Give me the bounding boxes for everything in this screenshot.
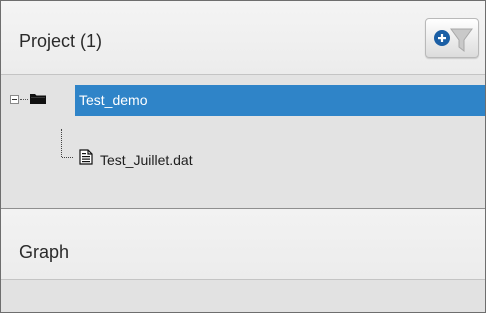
add-filter-button[interactable] [425,18,479,58]
tree-connector-line [20,99,28,100]
tree-node-file[interactable]: Test_Juillet.dat [1,144,485,175]
project-panel: Project (1) Test_demo Test_Juillet.dat G… [0,0,486,313]
tree-selection-highlight[interactable]: Test_demo [75,85,485,116]
graph-content-area [1,280,485,312]
tree-node-root[interactable]: Test_demo [1,85,485,116]
tree-node-label: Test_demo [79,92,148,108]
add-filter-icon [434,28,473,53]
funnel-icon [450,28,473,53]
graph-title: Graph [19,242,70,262]
collapse-toggle[interactable] [10,95,19,104]
project-header: Project (1) [1,1,485,75]
folder-icon [30,94,46,104]
file-icon [79,149,93,165]
graph-header[interactable]: Graph [1,208,485,280]
project-title: Project (1) [19,31,103,51]
project-tree: Test_demo Test_Juillet.dat [1,75,485,207]
tree-connector-line [62,157,73,158]
add-circle-icon [434,30,450,46]
tree-node-label: Test_Juillet.dat [100,152,193,168]
